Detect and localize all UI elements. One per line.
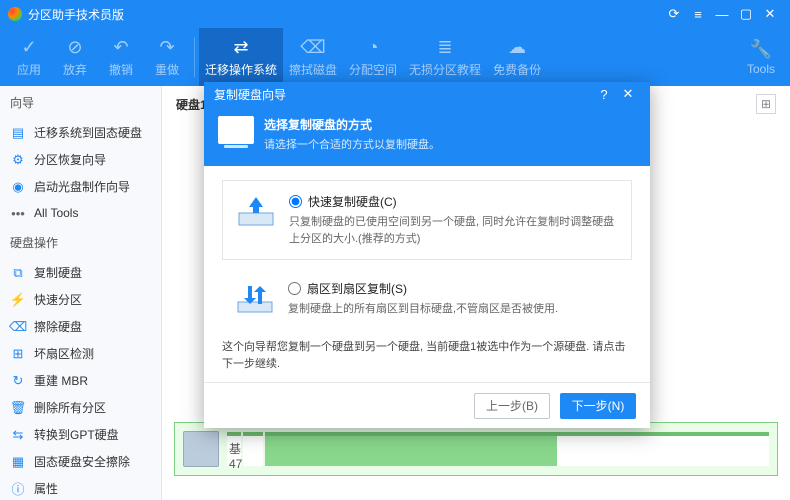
app-title: 分区助手技术员版 [28, 6, 662, 23]
sidebar-item-partition-recovery[interactable]: ⚙分区恢复向导 [0, 146, 161, 173]
undo-button[interactable]: ↶撤销 [98, 33, 144, 82]
discard-button[interactable]: ⊘放弃 [52, 33, 98, 82]
close-icon[interactable]: ✕ [758, 2, 782, 26]
app-logo-icon [8, 7, 22, 21]
dialog-note: 这个向导帮您复制一个硬盘到另一个硬盘, 当前硬盘1被选中作为一个源硬盘. 请点击… [204, 339, 650, 382]
sidebar-group-wizard: 向导 [0, 86, 161, 119]
disk-layout-bar[interactable]: 基47 [174, 422, 778, 476]
sidebar-item-quick-partition[interactable]: ⚡快速分区 [0, 286, 161, 313]
sidebar: 向导 ▤迁移系统到固态硬盘 ⚙分区恢复向导 ◉启动光盘制作向导 •••All T… [0, 86, 162, 500]
maximize-icon[interactable]: ▢ [734, 2, 758, 26]
dialog-subdesc: 请选择一个合适的方式以复制硬盘。 [264, 136, 440, 152]
disk-icon [218, 116, 254, 144]
free-backup-button[interactable]: ☁免费备份 [487, 33, 547, 82]
mbr-icon: ↻ [10, 373, 26, 389]
minimize-icon[interactable]: — [710, 2, 734, 26]
trash-icon: 🗑 [10, 400, 26, 416]
copy-icon: ⧉ [10, 265, 26, 281]
dialog-subtitle: 选择复制硬盘的方式 [264, 116, 440, 133]
prev-button[interactable]: 上一步(B) [474, 393, 550, 419]
radio-sector-copy[interactable] [288, 282, 301, 295]
partition-segment[interactable] [265, 432, 769, 466]
quick-copy-icon [235, 193, 277, 229]
sidebar-item-migrate-ssd[interactable]: ▤迁移系统到固态硬盘 [0, 119, 161, 146]
next-button[interactable]: 下一步(N) [560, 393, 636, 419]
refresh-icon[interactable]: ⟳ [662, 2, 686, 26]
tools-button[interactable]: 🔧Tools [738, 34, 784, 80]
info-icon: ⓘ [10, 481, 26, 497]
wipe-icon: ⌫ [10, 319, 26, 335]
help-icon[interactable]: ? [592, 87, 616, 102]
menu-icon[interactable]: ≡ [686, 2, 710, 26]
wipe-disk-button[interactable]: ⌫擦拭磁盘 [283, 33, 343, 82]
apply-button[interactable]: ✓应用 [6, 33, 52, 82]
partition-icon: ⚡ [10, 292, 26, 308]
disc-icon: ◉ [10, 179, 26, 195]
sector-copy-icon [234, 280, 276, 316]
allocate-space-button[interactable]: ◔分配空间 [343, 33, 403, 82]
disk-icon: ▤ [10, 125, 26, 141]
sidebar-item-delete-all[interactable]: 🗑删除所有分区 [0, 394, 161, 421]
sidebar-item-convert-gpt[interactable]: ⇆转换到GPT硬盘 [0, 421, 161, 448]
more-icon: ••• [10, 205, 26, 221]
sidebar-all-tools[interactable]: •••All Tools [0, 200, 161, 226]
recovery-icon: ⚙ [10, 152, 26, 168]
migrate-os-button[interactable]: ⇄迁移操作系统 [199, 28, 283, 86]
sidebar-item-boot-disc[interactable]: ◉启动光盘制作向导 [0, 173, 161, 200]
ssd-icon: ▦ [10, 454, 26, 470]
sidebar-item-rebuild-mbr[interactable]: ↻重建 MBR [0, 367, 161, 394]
convert-icon: ⇆ [10, 427, 26, 443]
sidebar-item-copy-disk[interactable]: ⧉复制硬盘 [0, 259, 161, 286]
lossless-tutorial-button[interactable]: ≣无损分区教程 [403, 33, 487, 82]
sidebar-item-wipe-disk[interactable]: ⌫擦除硬盘 [0, 313, 161, 340]
dialog-close-icon[interactable]: ✕ [616, 86, 640, 102]
sidebar-item-ssd-erase[interactable]: ▦固态硬盘安全擦除 [0, 448, 161, 475]
radio-quick-copy[interactable] [289, 195, 302, 208]
dialog-title: 复制硬盘向导 [214, 86, 592, 103]
copy-disk-wizard-dialog: 复制硬盘向导 ? ✕ 选择复制硬盘的方式 请选择一个合适的方式以复制硬盘。 快速… [204, 82, 650, 428]
sidebar-item-bad-sector[interactable]: ⊞坏扇区检测 [0, 340, 161, 367]
grid-view-icon[interactable]: ⊞ [756, 94, 776, 114]
sidebar-item-properties[interactable]: ⓘ属性 [0, 475, 161, 500]
partition-segment[interactable] [243, 432, 263, 466]
option-quick-copy[interactable]: 快速复制硬盘(C) 只复制硬盘的已使用空间到另一个硬盘, 同时允许在复制时调整硬… [222, 180, 632, 260]
option-sector-copy[interactable]: 扇区到扇区复制(S) 复制硬盘上的所有扇区到目标硬盘,不管扇区是否被使用. [222, 274, 632, 324]
redo-button[interactable]: ↷重做 [144, 33, 190, 82]
sidebar-group-disk-ops: 硬盘操作 [0, 226, 161, 259]
disk-drive-icon [183, 431, 219, 467]
scan-icon: ⊞ [10, 346, 26, 362]
